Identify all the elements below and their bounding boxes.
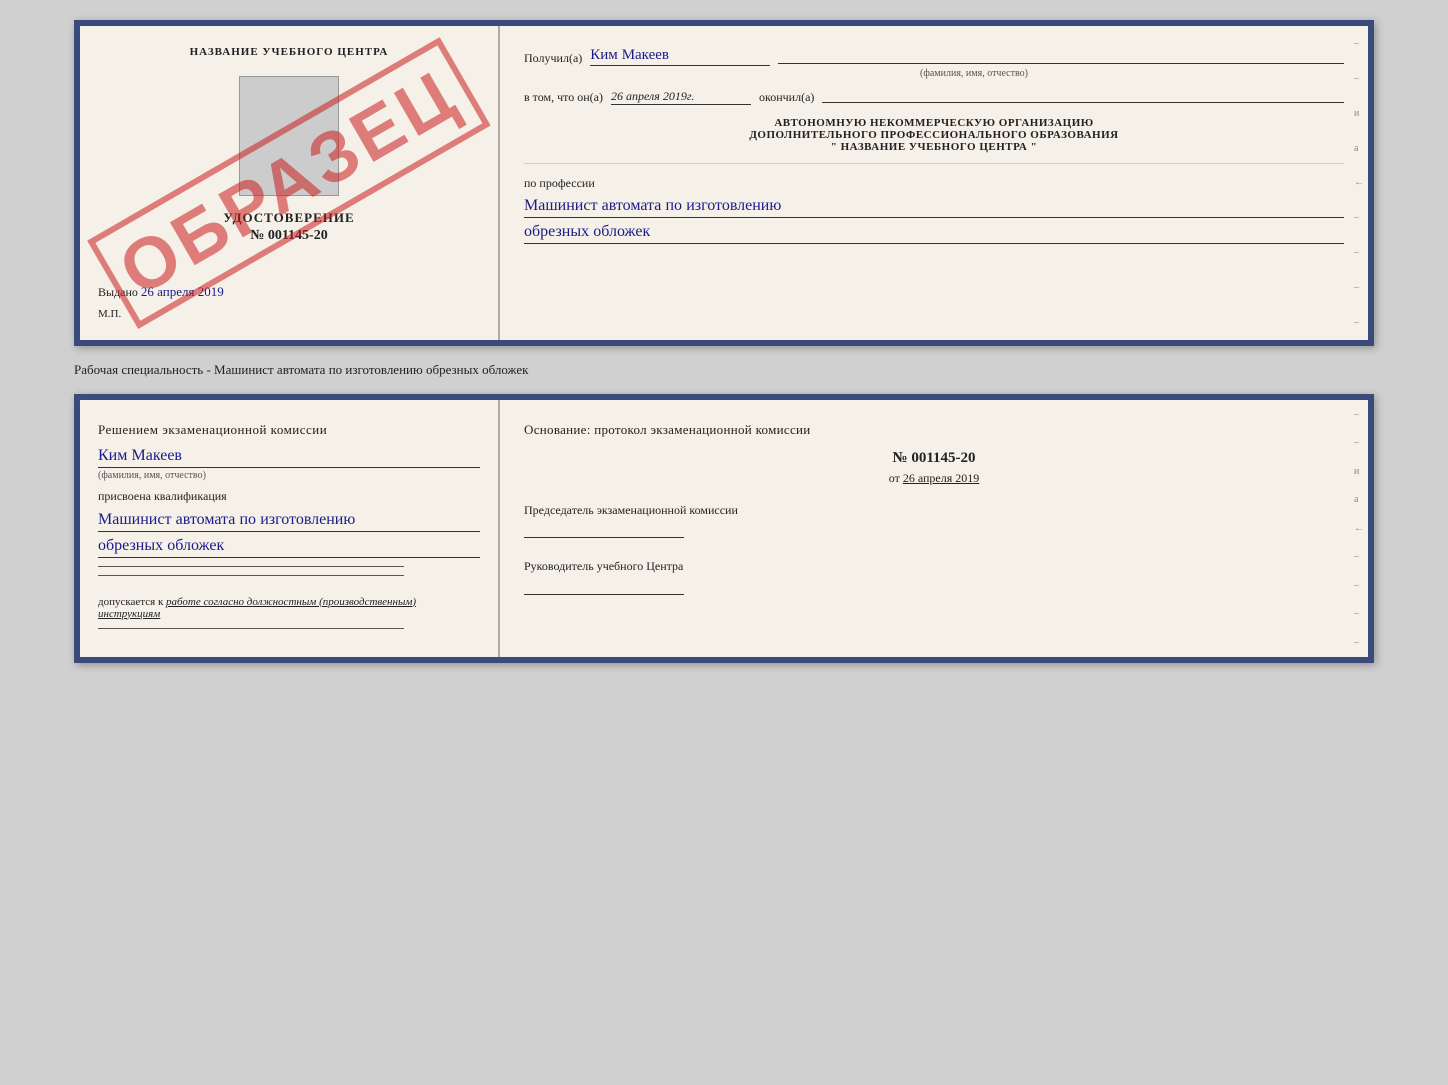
recipient-name: Ким Макеев	[590, 46, 770, 66]
cert-number: № 001145-20	[223, 228, 354, 244]
allowed-block: допускается к работе согласно должностны…	[98, 596, 480, 620]
bottom-person-name: Ким Макеев	[98, 446, 480, 465]
org-line2: ДОПОЛНИТЕЛЬНОГО ПРОФЕССИОНАЛЬНОГО ОБРАЗО…	[524, 129, 1344, 141]
protocol-date: от 26 апреля 2019	[524, 471, 1344, 486]
assigned-label: присвоена квалификация	[98, 489, 480, 504]
bottom-qualification-line2: обрезных обложек	[98, 536, 480, 558]
finished-label: окончил(а)	[759, 90, 814, 105]
top-certificate-card: НАЗВАНИЕ УЧЕБНОГО ЦЕНТРА УДОСТОВЕРЕНИЕ №…	[74, 20, 1374, 346]
bottom-card-right: Основание: протокол экзаменационной коми…	[500, 400, 1368, 657]
bottom-certificate-card: Решением экзаменационной комиссии Ким Ма…	[74, 394, 1374, 663]
received-label: Получил(а)	[524, 51, 582, 66]
director-sig-line	[524, 583, 684, 595]
org-line3: " НАЗВАНИЕ УЧЕБНОГО ЦЕНТРА "	[524, 141, 1344, 153]
profession-block: по профессии Машинист автомата по изгото…	[524, 174, 1344, 244]
director-block: Руководитель учебного Центра	[524, 558, 1344, 595]
side-marks-top: – – и а ← – – – –	[1354, 26, 1364, 340]
org-line1: АВТОНОМНУЮ НЕКОММЕРЧЕСКУЮ ОРГАНИЗАЦИЮ	[524, 117, 1344, 129]
mp-label: М.П.	[98, 308, 121, 320]
caption: Рабочая специальность - Машинист автомат…	[74, 362, 1374, 378]
bottom-fio-label: (фамилия, имя, отчество)	[98, 467, 480, 481]
profession-line2: обрезных обложек	[524, 222, 1344, 244]
in-that-label: в том, что он(а)	[524, 90, 603, 105]
fio-label-top: (фамилия, имя, отчество)	[604, 68, 1344, 79]
decision-label: Решением экзаменационной комиссии	[98, 420, 480, 440]
org-block: АВТОНОМНУЮ НЕКОММЕРЧЕСКУЮ ОРГАНИЗАЦИЮ ДО…	[524, 117, 1344, 153]
cert-title: УДОСТОВЕРЕНИЕ	[223, 210, 354, 226]
basis-label: Основание: протокол экзаменационной коми…	[524, 420, 1344, 440]
completion-date: 26 апреля 2019г.	[611, 89, 751, 105]
org-name-top: НАЗВАНИЕ УЧЕБНОГО ЦЕНТРА	[190, 46, 389, 58]
issued-date: Выдано 26 апреля 2019	[98, 284, 480, 300]
bottom-card-left: Решением экзаменационной комиссии Ким Ма…	[80, 400, 500, 657]
cert-title-block: УДОСТОВЕРЕНИЕ № 001145-20	[223, 210, 354, 244]
chairman-block: Председатель экзаменационной комиссии	[524, 502, 1344, 539]
chairman-sig-line	[524, 526, 684, 538]
photo-placeholder	[239, 76, 339, 196]
profession-line1: Машинист автомата по изготовлению	[524, 196, 1344, 218]
side-marks-bottom: – – и а ← – – – –	[1354, 400, 1364, 657]
top-card-left: НАЗВАНИЕ УЧЕБНОГО ЦЕНТРА УДОСТОВЕРЕНИЕ №…	[80, 26, 500, 340]
director-label: Руководитель учебного Центра	[524, 558, 1344, 575]
protocol-number: № 001145-20	[524, 450, 1344, 467]
chairman-label: Председатель экзаменационной комиссии	[524, 502, 1344, 519]
profession-label: по профессии	[524, 176, 595, 190]
bottom-qualification-line1: Машинист автомата по изготовлению	[98, 510, 480, 532]
top-card-right: Получил(а) Ким Макеев (фамилия, имя, отч…	[500, 26, 1368, 340]
